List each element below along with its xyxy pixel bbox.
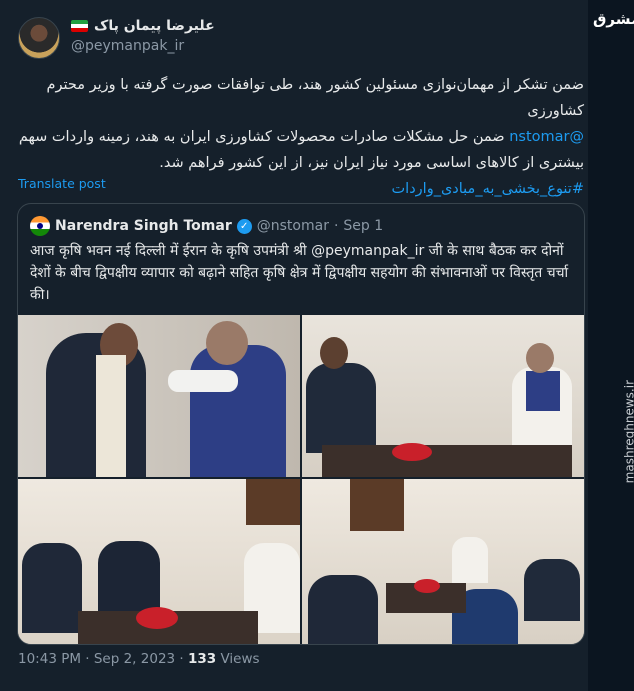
post-meta: 10:43 PM · Sep 2, 2023 · 133 Views — [18, 651, 260, 667]
author-name-row[interactable]: علیرضا پیمان پاک — [71, 18, 215, 34]
photo-4-man-front — [308, 575, 378, 644]
iran-flag-icon — [71, 20, 88, 32]
translate-post-link[interactable]: Translate post — [18, 176, 106, 191]
quoted-post-header: Narendra Singh Tomar ✓ @nstomar · Sep 1 — [30, 216, 383, 236]
quoted-author-handle[interactable]: @nstomar — [257, 218, 329, 234]
quoted-author-avatar[interactable] — [30, 216, 50, 236]
photo-4-flowers — [414, 579, 440, 593]
photo-1-sleeve — [168, 370, 238, 392]
photo-2[interactable] — [302, 315, 584, 477]
quoted-post-text: आज कृषि भवन नई दिल्ली में ईरान के कृषि उ… — [30, 243, 569, 303]
separator-dot: · — [333, 218, 339, 234]
quoted-author-name[interactable]: Narendra Singh Tomar — [55, 218, 232, 234]
photo-2-man-left — [306, 363, 376, 453]
verified-badge-icon: ✓ — [236, 218, 252, 234]
photo-2-table — [322, 445, 572, 477]
photo-3-board — [246, 479, 300, 525]
photo-grid — [18, 315, 584, 644]
post-header: علیرضا پیمان پاک @peymanpak_ir — [16, 14, 554, 59]
photo-2-head-left — [320, 337, 348, 369]
photo-1[interactable] — [18, 315, 300, 477]
photo-3[interactable] — [18, 479, 300, 644]
photo-4[interactable] — [302, 479, 584, 644]
post-text-line-2: @nstomar ضمن حل مشکلات صادرات محصولات کش… — [16, 124, 584, 150]
photo-2-flowers — [392, 443, 432, 461]
views-label: Views — [216, 651, 260, 667]
views-count: 133 — [188, 651, 217, 667]
photo-2-head-right — [526, 343, 554, 373]
post-text-line-2-rest: ضمن حل مشکلات صادرات محصولات کشاورزی ایر… — [18, 129, 510, 145]
photo-3-man-1 — [22, 543, 82, 633]
author-avatar[interactable] — [18, 17, 60, 59]
watermark-bar: مشرق mashreghnews.ir — [588, 0, 634, 691]
quoted-post[interactable]: Narendra Singh Tomar ✓ @nstomar · Sep 1 … — [17, 203, 585, 645]
mention-link[interactable]: @nstomar — [509, 129, 584, 145]
watermark-logo: مشرق — [593, 10, 634, 28]
photo-1-scarf — [96, 355, 126, 477]
author-display-name[interactable]: علیرضا پیمان پاک — [94, 18, 215, 34]
photo-4-board — [350, 479, 404, 531]
author-handle[interactable]: @peymanpak_ir — [71, 38, 184, 54]
photo-3-flowers — [136, 607, 178, 629]
photo-2-vest — [526, 371, 560, 411]
photo-1-head-right — [206, 321, 248, 365]
photo-1-man-right — [190, 345, 286, 477]
photo-4-man-right — [524, 559, 580, 621]
quoted-post-date[interactable]: Sep 1 — [343, 218, 383, 234]
watermark-url: mashreghnews.ir — [622, 380, 634, 484]
post-timestamp[interactable]: 10:43 PM · Sep 2, 2023 · — [18, 651, 188, 667]
post-text-line-3: بیشتری از کالاهای اساسی مورد نیاز ایران … — [159, 155, 584, 171]
photo-4-man-white — [452, 537, 488, 583]
post-text-line-1: ضمن تشکر از مهمان‌نوازی مسئولین کشور هند… — [46, 77, 584, 119]
